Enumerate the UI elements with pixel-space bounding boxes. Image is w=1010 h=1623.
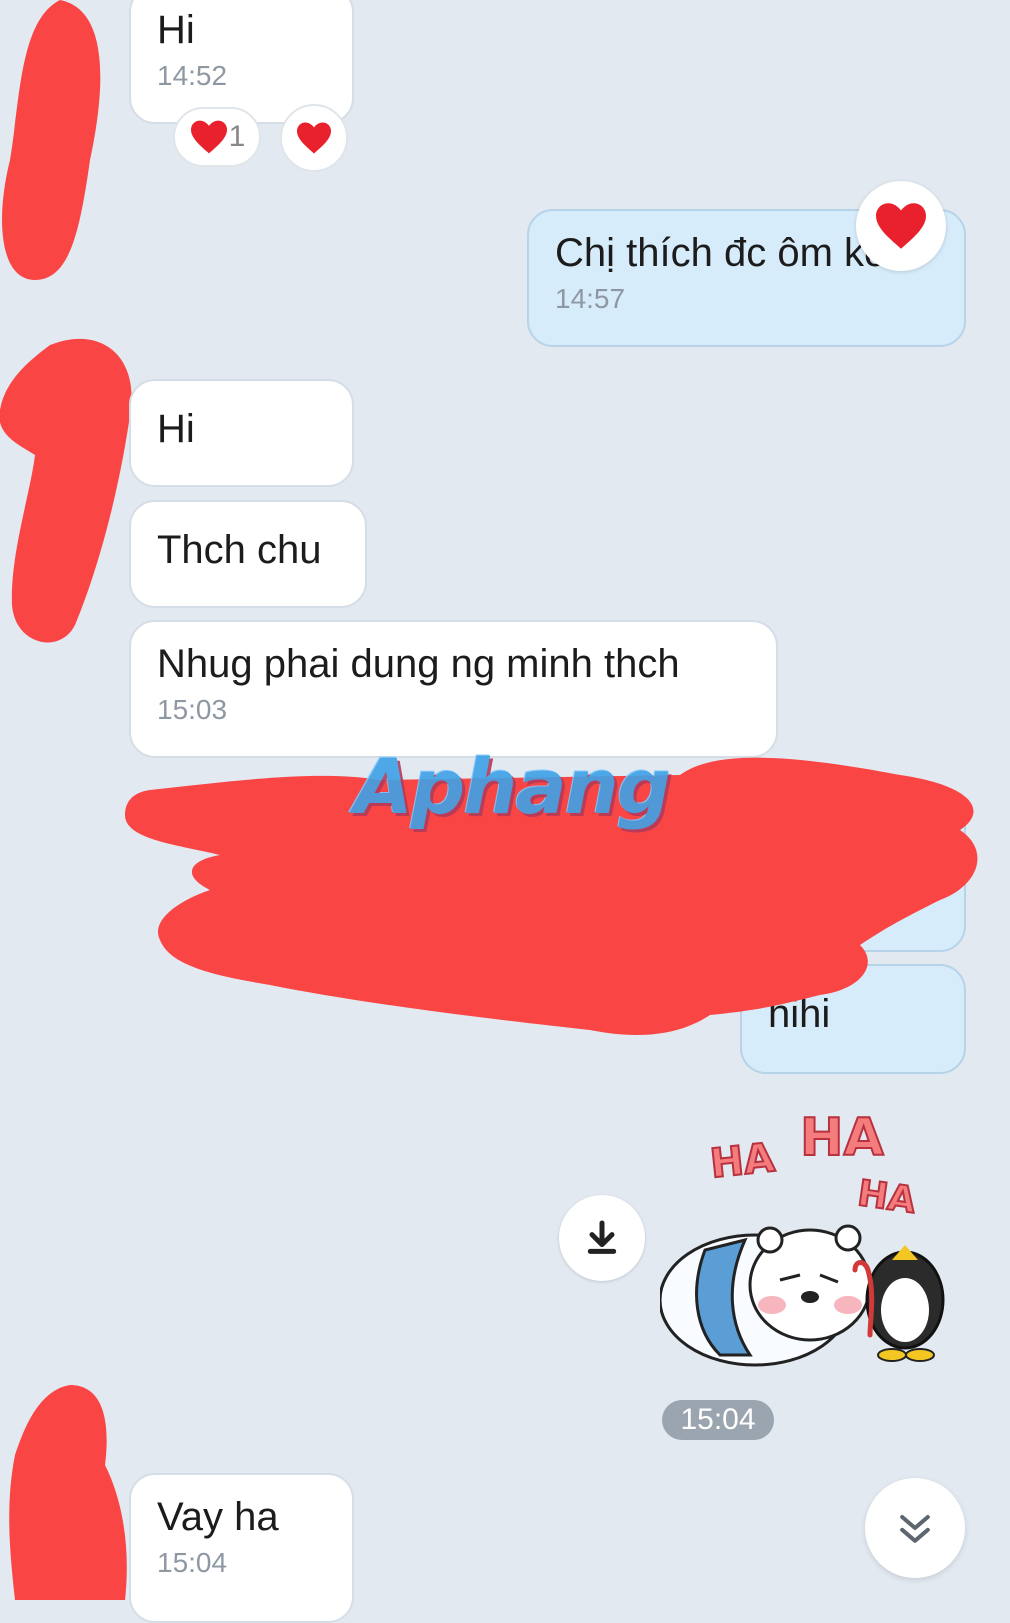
message-bubble-incoming[interactable]: Hi [129,379,354,487]
download-button[interactable] [559,1195,645,1281]
redaction-mark [9,1385,127,1600]
heart-icon [876,203,926,249]
chevron-double-down-icon [900,1514,930,1543]
message-text: Nhug phai dung ng minh thch [157,642,680,686]
message-time: 15:03 [157,694,228,725]
heart-icon [297,122,331,154]
redaction-mark [0,338,132,643]
message-time: 14:52 [157,60,228,91]
sticker-text: HA [708,1135,777,1187]
reaction-count-badge[interactable]: 1 [173,107,261,167]
download-icon [587,1220,617,1254]
message-text: Vay ha [157,1495,279,1539]
laughing-bear-penguin-sticker: HA HA HA [658,1107,945,1367]
reaction-count: 1 [228,120,246,153]
sticker-time: 15:04 [662,1400,774,1440]
message-text: Hi [157,8,195,52]
add-reaction-button[interactable] [280,104,348,172]
heart-icon [190,120,227,154]
message-text: Hi [157,407,195,451]
message-bubble-incoming[interactable]: Thch chu [129,500,367,608]
redaction-mark [2,0,101,280]
sticker-image[interactable]: HA HA HA [658,1100,960,1370]
watermark-logo: Aphang [354,742,671,831]
message-bubble-incoming[interactable]: Vay ha 15:04 [129,1473,354,1623]
reaction-heart-badge[interactable] [856,181,946,271]
sticker-text: HA [800,1108,884,1168]
message-text: Thch chu [157,528,322,572]
message-bubble-incoming[interactable]: Nhug phai dung ng minh thch 15:03 [129,620,778,758]
scroll-to-bottom-button[interactable] [865,1478,965,1578]
sticker-text: HA [855,1173,918,1222]
message-time: 15:04 [157,1547,228,1578]
message-time: 14:57 [555,283,626,314]
